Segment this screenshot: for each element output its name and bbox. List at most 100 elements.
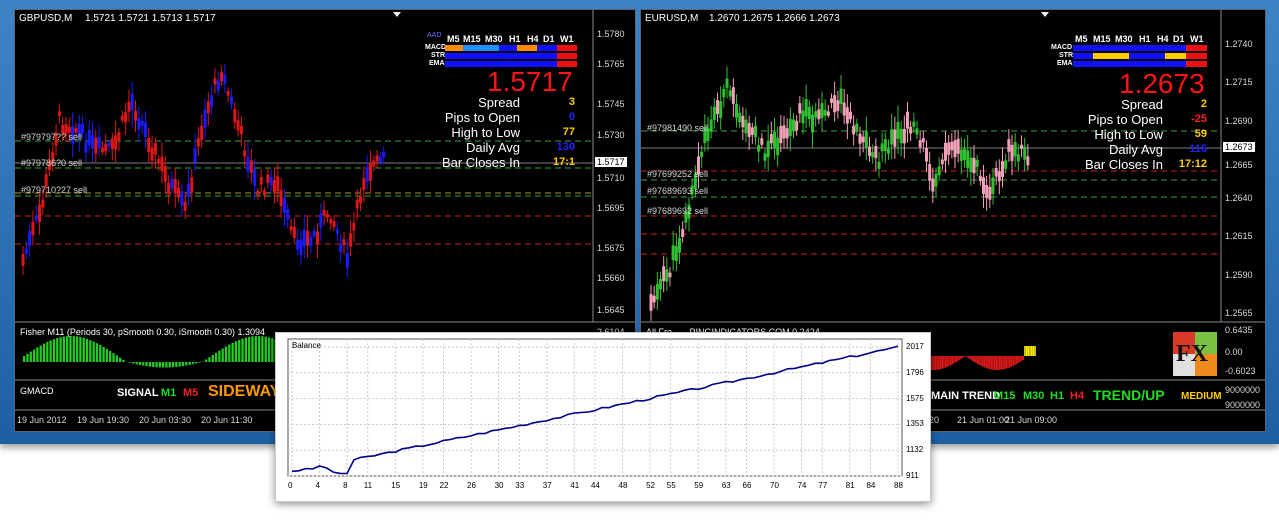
order-label-4: #97689692 sell — [647, 206, 709, 216]
candle-body — [183, 201, 187, 211]
balance-x-tick: 63 — [721, 481, 731, 490]
histogram-bar — [178, 362, 181, 367]
candle-body — [988, 186, 992, 200]
candle-body — [681, 229, 685, 238]
histogram-bar — [261, 336, 264, 362]
candle-body — [355, 199, 359, 209]
candle-body — [760, 138, 764, 145]
row-macd: MACD — [425, 44, 446, 51]
histogram-bar — [115, 355, 118, 362]
histogram-bar — [56, 338, 59, 362]
candle-body — [814, 111, 818, 118]
trend-state: TREND/UP — [1093, 387, 1165, 403]
row-ema: EMA — [1057, 60, 1073, 67]
histogram-bar — [208, 357, 211, 362]
candle-body — [302, 229, 306, 247]
candle-body — [309, 237, 313, 246]
candle-body — [754, 125, 757, 138]
candle-body — [741, 115, 745, 128]
tf-aad: AAD — [427, 32, 442, 39]
histogram-bar — [135, 362, 138, 365]
candle-body — [279, 190, 283, 207]
candle-body — [130, 93, 134, 111]
histogram-bar — [39, 345, 42, 362]
histogram-bar — [980, 356, 982, 366]
candle-body — [906, 111, 909, 129]
candle-body — [997, 171, 1001, 182]
candle-body — [883, 139, 887, 152]
candle-body — [674, 246, 678, 262]
candle-body — [1026, 156, 1030, 166]
candle-body — [738, 112, 742, 123]
histogram-bar — [951, 356, 954, 365]
candle-body — [909, 126, 913, 134]
histogram-bar — [1017, 356, 1019, 364]
price-tick: 1.5660 — [597, 273, 625, 283]
balance-x-tick: 30 — [494, 481, 504, 490]
price-tick: 1.2565 — [1225, 308, 1253, 318]
histogram-bar — [998, 356, 1001, 370]
info-pips-value: -25 — [1191, 113, 1207, 125]
candle-body — [725, 78, 729, 88]
price-tick: 1.2590 — [1225, 270, 1253, 280]
histogram-bar — [267, 337, 271, 362]
candle-body — [378, 156, 382, 163]
histogram-bar — [62, 336, 66, 362]
candle-body — [236, 120, 240, 131]
candle-body — [28, 230, 32, 246]
histogram-bar — [1027, 346, 1030, 356]
candle-body — [196, 138, 200, 147]
balance-x-tick: 52 — [646, 481, 655, 490]
price-tick: 1.5675 — [597, 243, 625, 253]
tf-m30: M30 — [1115, 34, 1133, 44]
candle-body — [662, 266, 666, 282]
balance-y-tick: 1353 — [906, 419, 924, 429]
histogram-bar — [968, 356, 970, 359]
tf-m5: M5 — [1075, 34, 1088, 44]
time-tick: 20 Jun 11:30 — [201, 415, 253, 425]
candle-body — [947, 142, 951, 155]
gmacd-label: GMACD — [20, 386, 54, 396]
candle-body — [956, 138, 960, 154]
histogram-bar — [238, 339, 241, 362]
candle-body — [345, 253, 349, 268]
histogram-bar — [26, 353, 29, 362]
ohlc-label: 1.2670 1.2675 1.2666 1.2673 — [709, 13, 840, 24]
histogram-bar — [973, 356, 976, 362]
candle-body — [931, 178, 935, 192]
price-tick: 1.2715 — [1225, 77, 1253, 87]
balance-x-tick: 77 — [818, 481, 828, 490]
candle-body — [899, 128, 903, 144]
order-label-2: #97699252 sell — [647, 169, 709, 179]
candle-body — [269, 176, 273, 186]
candle-body — [868, 146, 871, 156]
candle-body — [934, 173, 938, 187]
candle-body — [804, 99, 808, 117]
histogram-bar — [132, 362, 135, 364]
info-hl-value: 77 — [562, 126, 575, 138]
histogram-bar — [944, 356, 947, 368]
candle-body — [969, 157, 973, 173]
candle-body — [306, 230, 310, 246]
info-avg-value: 130 — [556, 141, 575, 153]
order-label-3: #979710?27 sell — [21, 185, 88, 195]
candle-body — [143, 122, 147, 138]
candle-body — [21, 253, 25, 266]
histogram-bar — [102, 346, 105, 362]
balance-x-tick: 8 — [343, 481, 348, 490]
candle-body — [335, 229, 339, 234]
trend-m15: M15 — [994, 390, 1016, 402]
histogram-bar — [36, 347, 39, 362]
candle-body — [700, 151, 704, 158]
balance-chart-window[interactable]: Balance 2017 1796 1575 1353 1132 911 0 4 8 11 15 1… — [275, 332, 931, 502]
histogram-bar — [181, 362, 185, 367]
histogram-bar — [82, 337, 85, 362]
gmacd-signal: SIGNAL — [117, 387, 159, 399]
candle-body — [107, 142, 111, 147]
balance-chart — [287, 338, 903, 477]
candle-body — [880, 143, 884, 152]
candle-body — [959, 149, 963, 161]
histogram-bar — [234, 341, 238, 362]
candle-body — [203, 110, 207, 128]
info-spread-label: Spread — [1121, 97, 1163, 112]
